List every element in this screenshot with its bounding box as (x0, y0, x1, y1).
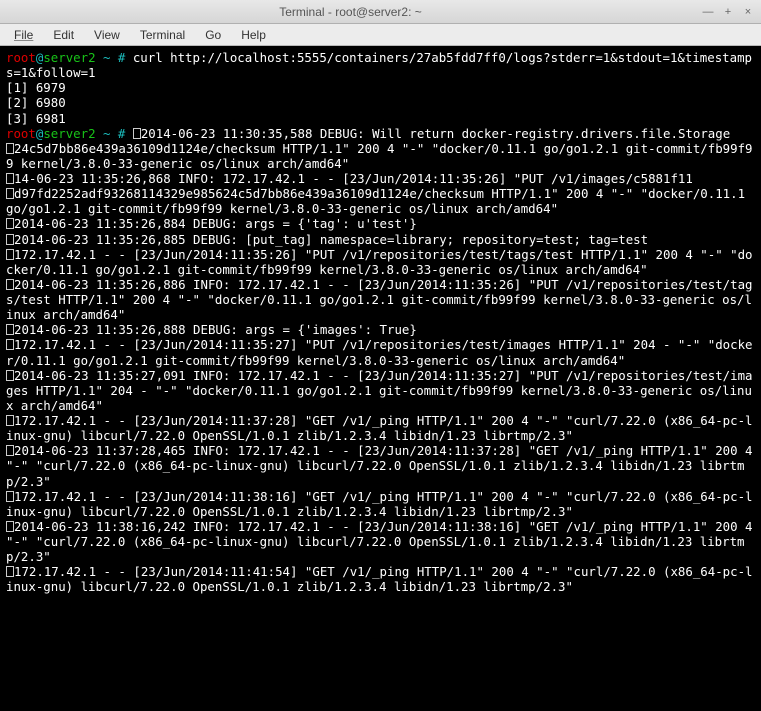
glyph-icon (6, 279, 14, 290)
prompt-user: root (6, 50, 36, 65)
glyph-icon (6, 566, 14, 577)
glyph-icon (6, 370, 14, 381)
log-line: 172.17.42.1 - - [23/Jun/2014:11:35:27] "… (6, 337, 753, 367)
log-line: 2014-06-23 11:35:26,884 DEBUG: args = {'… (14, 216, 417, 231)
menubar: File Edit View Terminal Go Help (0, 24, 761, 46)
log-line: 172.17.42.1 - - [23/Jun/2014:11:37:28] "… (6, 413, 753, 443)
glyph-icon (6, 445, 14, 456)
glyph-icon (6, 415, 14, 426)
glyph-icon (6, 234, 14, 245)
prompt-path: ~ # (96, 126, 133, 141)
log-line: d97fd2252adf93268114329e985624c5d7bb86e4… (6, 186, 753, 216)
titlebar: Terminal - root@server2: ~ — + × (0, 0, 761, 24)
menu-terminal[interactable]: Terminal (132, 26, 193, 44)
close-button[interactable]: × (741, 5, 755, 19)
job-line: [1] 6979 (6, 80, 66, 95)
log-line: 2014-06-23 11:35:26,888 DEBUG: args = {'… (14, 322, 417, 337)
log-line: 2014-06-23 11:37:28,465 INFO: 172.17.42.… (6, 443, 760, 488)
maximize-button[interactable]: + (721, 5, 735, 19)
glyph-icon (6, 188, 14, 199)
glyph-icon (6, 491, 14, 502)
prompt-host: server2 (43, 50, 95, 65)
glyph-icon (6, 249, 14, 260)
window-title: Terminal - root@server2: ~ (279, 5, 422, 19)
log-line: 2014-06-23 11:38:16,242 INFO: 172.17.42.… (6, 519, 760, 564)
glyph-icon (133, 128, 141, 139)
glyph-icon (6, 521, 14, 532)
menu-view[interactable]: View (86, 26, 128, 44)
log-line: 24c5d7bb86e439a36109d1124e/checksum HTTP… (6, 141, 753, 171)
glyph-icon (6, 324, 14, 335)
job-line: [3] 6981 (6, 111, 66, 126)
glyph-icon (6, 218, 14, 229)
glyph-icon (6, 143, 14, 154)
glyph-icon (6, 339, 14, 350)
menu-file[interactable]: File (6, 26, 41, 44)
glyph-icon (6, 173, 14, 184)
menu-edit[interactable]: Edit (45, 26, 82, 44)
log-line: 172.17.42.1 - - [23/Jun/2014:11:41:54] "… (6, 564, 753, 594)
log-line: 172.17.42.1 - - [23/Jun/2014:11:35:26] "… (6, 247, 753, 277)
prompt-path: ~ # (96, 50, 133, 65)
prompt-user: root (6, 126, 36, 141)
menu-go[interactable]: Go (197, 26, 229, 44)
log-line: 2014-06-23 11:35:26,885 DEBUG: [put_tag]… (14, 232, 648, 247)
log-line: 14-06-23 11:35:26,868 INFO: 172.17.42.1 … (14, 171, 693, 186)
minimize-button[interactable]: — (701, 5, 715, 19)
log-line: 172.17.42.1 - - [23/Jun/2014:11:38:16] "… (6, 489, 753, 519)
menu-help[interactable]: Help (233, 26, 274, 44)
job-line: [2] 6980 (6, 95, 66, 110)
terminal-output[interactable]: root@server2 ~ # curl http://localhost:5… (0, 46, 761, 711)
log-line: 2014-06-23 11:30:35,588 DEBUG: Will retu… (141, 126, 730, 141)
log-line: 2014-06-23 11:35:26,886 INFO: 172.17.42.… (6, 277, 753, 322)
log-line: 2014-06-23 11:35:27,091 INFO: 172.17.42.… (6, 368, 753, 413)
prompt-host: server2 (43, 126, 95, 141)
